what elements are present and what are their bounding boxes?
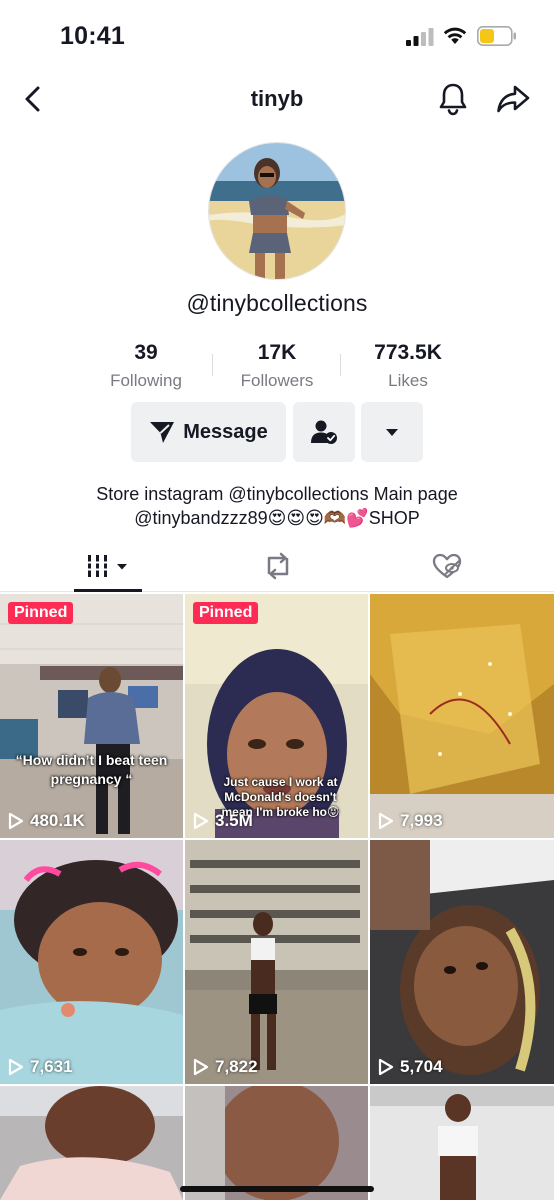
- stat-following-label: Following: [110, 371, 182, 390]
- bell-icon: [439, 83, 467, 116]
- view-count: 480.1K: [8, 811, 85, 831]
- cellular-signal-icon: [406, 28, 434, 46]
- view-count-value: 5,704: [400, 1057, 443, 1076]
- view-count: 7,993: [378, 811, 443, 831]
- view-count: 5,704: [378, 1057, 443, 1077]
- message-button[interactable]: Message: [131, 402, 286, 462]
- play-outline-icon: [193, 812, 209, 830]
- suggested-accounts-dropdown-button[interactable]: [361, 402, 423, 462]
- message-button-label: Message: [183, 420, 268, 443]
- send-paper-plane-icon: [150, 422, 175, 443]
- view-count-value: 7,993: [400, 811, 443, 830]
- profile-handle: @tinybcollections: [186, 290, 368, 316]
- play-outline-icon: [378, 1058, 394, 1076]
- video-thumbnail[interactable]: [370, 1086, 554, 1200]
- profile-avatar[interactable]: [208, 142, 346, 280]
- share-arrow-icon: [497, 85, 530, 113]
- tab-reposts[interactable]: [225, 540, 330, 592]
- battery-icon: [477, 26, 516, 46]
- tab-liked[interactable]: [394, 540, 499, 592]
- caret-down-icon: [386, 428, 398, 436]
- view-count: 3.5M: [193, 811, 253, 831]
- play-outline-icon: [8, 1058, 24, 1076]
- stat-likes-label: Likes: [388, 371, 428, 390]
- play-outline-icon: [8, 812, 24, 830]
- active-tab-indicator: [74, 589, 142, 592]
- bio-line: @tinybandzzz89😍😍😍🫶🏾💕SHOP: [134, 508, 420, 528]
- video-thumbnail[interactable]: [185, 1086, 368, 1200]
- hidden-heart-icon: [432, 553, 461, 579]
- notification-bell-button[interactable]: [434, 80, 472, 118]
- home-indicator[interactable]: [180, 1186, 374, 1192]
- status-time: 10:41: [60, 22, 125, 50]
- stat-following-value: 39: [134, 341, 158, 364]
- stat-followers-label: Followers: [240, 371, 314, 390]
- status-bar: 10:41: [0, 0, 554, 70]
- tab-videos[interactable]: [55, 540, 160, 592]
- profile-stats: 39 Following 17K Followers 773.5K Likes: [0, 340, 554, 396]
- profile-bio: Store instagram @tinybcollections Main p…: [0, 482, 554, 530]
- top-navigation: tinyb: [0, 72, 554, 126]
- video-thumbnail[interactable]: 7,822: [185, 840, 368, 1084]
- view-count: 7,822: [193, 1057, 258, 1077]
- user-check-icon: [311, 420, 337, 444]
- video-thumbnail[interactable]: 5,704: [370, 840, 554, 1084]
- video-thumbnail[interactable]: Pinned “How didn’t I beat teen pregnancy…: [0, 594, 183, 838]
- wifi-icon: [443, 27, 467, 44]
- stat-following[interactable]: 39 Following: [76, 340, 216, 394]
- video-thumbnail[interactable]: 7,631: [0, 840, 183, 1084]
- grid-bars-icon: [86, 555, 127, 577]
- view-count-value: 3.5M: [215, 811, 253, 830]
- stat-likes[interactable]: 773.5K Likes: [338, 340, 478, 394]
- play-outline-icon: [378, 812, 394, 830]
- video-thumbnail[interactable]: 7,993: [370, 594, 554, 838]
- video-thumbnail[interactable]: Pinned Just cause I work at McDonald's d…: [185, 594, 368, 838]
- repost-icon: [267, 552, 288, 580]
- following-status-button[interactable]: [293, 402, 355, 462]
- pinned-badge: Pinned: [8, 602, 74, 624]
- stat-followers-value: 17K: [257, 341, 297, 364]
- share-button[interactable]: [494, 80, 532, 118]
- stat-followers[interactable]: 17K Followers: [207, 340, 347, 394]
- pinned-badge: Pinned: [193, 602, 259, 624]
- view-count-value: 7,631: [30, 1057, 73, 1076]
- view-count: 7,631: [8, 1057, 73, 1077]
- video-caption: “How didn’t I beat teen pregnancy “: [15, 752, 168, 787]
- play-outline-icon: [193, 1058, 209, 1076]
- view-count-value: 7,822: [215, 1057, 258, 1076]
- video-thumbnail[interactable]: [0, 1086, 183, 1200]
- bio-line: Store instagram @tinybcollections Main p…: [96, 484, 458, 504]
- profile-tabs: [0, 540, 554, 592]
- stat-likes-value: 773.5K: [374, 341, 442, 364]
- view-count-value: 480.1K: [30, 811, 85, 830]
